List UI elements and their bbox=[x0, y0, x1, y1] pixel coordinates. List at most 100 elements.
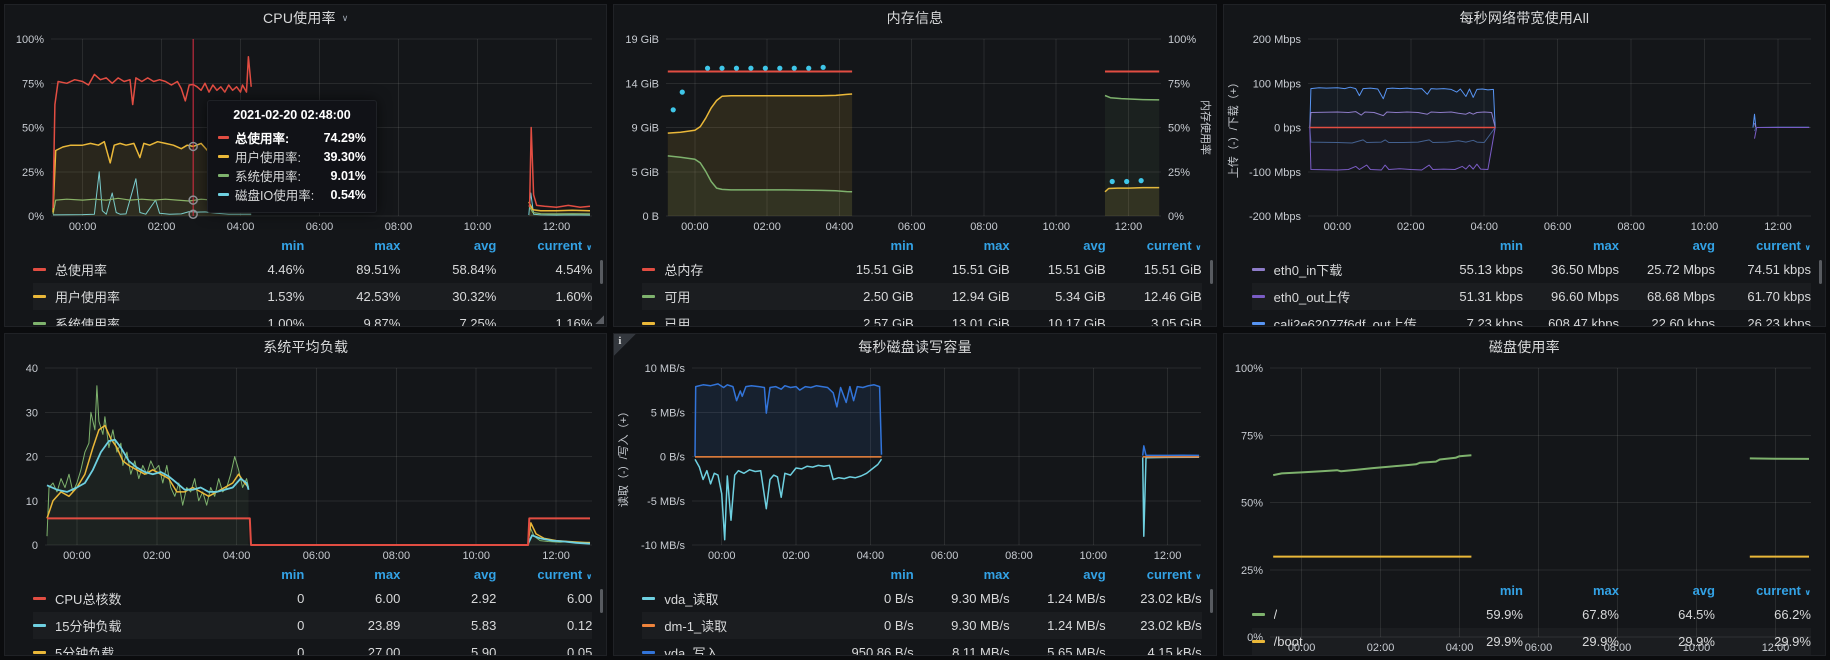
legend-value: 29.9% bbox=[1427, 634, 1523, 649]
legend-sort-avg[interactable]: avg bbox=[1010, 567, 1106, 582]
svg-text:00:00: 00:00 bbox=[1323, 221, 1351, 233]
legend-series-toggle[interactable]: 15分钟负载 bbox=[33, 616, 208, 635]
legend-series-toggle[interactable]: 总内存 bbox=[642, 260, 817, 279]
series-color-swatch-icon bbox=[642, 651, 655, 654]
legend-scrollbar[interactable] bbox=[600, 589, 603, 613]
legend-series-toggle[interactable]: eth0_out上传 bbox=[1252, 287, 1427, 306]
legend-scrollbar[interactable] bbox=[1210, 260, 1213, 284]
series-color-swatch-icon bbox=[33, 322, 46, 325]
load-chart[interactable]: 01020304000:0002:0004:0006:0008:0010:001… bbox=[5, 360, 606, 563]
legend-sort-avg[interactable]: avg bbox=[1619, 583, 1715, 598]
legend-series-toggle[interactable]: 用户使用率 bbox=[33, 287, 208, 306]
panel-system-load: 系统平均负载 01020304000:0002:0004:0006:0008:0… bbox=[4, 333, 607, 656]
legend-value: 3.05 GiB bbox=[1106, 316, 1202, 326]
svg-text:40: 40 bbox=[26, 363, 38, 375]
panel-header[interactable]: 内存信息 bbox=[614, 5, 1215, 31]
panel-header[interactable]: 系统平均负载 bbox=[5, 334, 606, 360]
legend-sort-current[interactable]: current ∨ bbox=[1715, 583, 1811, 598]
legend-sort-current[interactable]: current ∨ bbox=[1106, 238, 1202, 253]
panel-header[interactable]: 每秒磁盘读写容量 bbox=[614, 334, 1215, 360]
legend-series-toggle[interactable]: 可用 bbox=[642, 287, 817, 306]
legend-sort-avg[interactable]: avg bbox=[400, 567, 496, 582]
legend-series-toggle[interactable]: 已用 bbox=[642, 314, 817, 326]
panel-header[interactable]: 每秒网络带宽使用All bbox=[1224, 5, 1825, 31]
legend-series-toggle[interactable]: 总使用率 bbox=[33, 260, 208, 279]
legend-series-toggle[interactable]: cali2e62077f6df_out上传 bbox=[1252, 314, 1427, 326]
panel-title[interactable]: 磁盘使用率 bbox=[1489, 337, 1560, 357]
legend-row: /59.9%67.8%64.5%66.2% bbox=[1252, 601, 1811, 628]
svg-text:08:00: 08:00 bbox=[383, 550, 411, 562]
legend-value: 42.53% bbox=[304, 289, 400, 304]
svg-text:08:00: 08:00 bbox=[1617, 221, 1645, 233]
legend-value: 0 B/s bbox=[818, 618, 914, 633]
svg-text:200 Mbps: 200 Mbps bbox=[1252, 34, 1301, 46]
legend-sort-max[interactable]: max bbox=[304, 567, 400, 582]
legend-sort-avg[interactable]: avg bbox=[1010, 238, 1106, 253]
legend-header-row: minmaxavgcurrent ∨ bbox=[1252, 579, 1811, 601]
svg-text:02:00: 02:00 bbox=[754, 221, 782, 233]
legend-sort-current[interactable]: current ∨ bbox=[1715, 238, 1811, 253]
legend-row: 可用2.50 GiB12.94 GiB5.34 GiB12.46 GiB bbox=[642, 283, 1201, 310]
panel-title[interactable]: CPU使用率 bbox=[263, 8, 336, 28]
legend-sort-avg[interactable]: avg bbox=[400, 238, 496, 253]
legend-scrollbar[interactable] bbox=[1819, 260, 1822, 284]
legend-scrollbar[interactable] bbox=[600, 260, 603, 284]
legend-sort-min[interactable]: min bbox=[208, 238, 304, 253]
series-color-swatch-icon bbox=[33, 295, 46, 298]
svg-text:100%: 100% bbox=[1235, 363, 1263, 375]
legend-sort-max[interactable]: max bbox=[304, 238, 400, 253]
panel-info-corner-icon[interactable]: i bbox=[614, 334, 636, 356]
legend-series-toggle[interactable]: eth0_in下载 bbox=[1252, 260, 1427, 279]
panel-title[interactable]: 每秒磁盘读写容量 bbox=[858, 337, 972, 357]
legend-sort-max[interactable]: max bbox=[914, 567, 1010, 582]
chart-svg: 0 B5 GiB9 GiB14 GiB19 GiB0%25%50%75%100%… bbox=[614, 31, 1215, 234]
panel-header[interactable]: CPU使用率 ∨ bbox=[5, 5, 606, 31]
legend-sort-avg[interactable]: avg bbox=[1619, 238, 1715, 253]
legend-sort-max[interactable]: max bbox=[1523, 238, 1619, 253]
legend-series-toggle[interactable]: CPU总核数 bbox=[33, 589, 208, 608]
legend-series-toggle[interactable]: vda_读取 bbox=[642, 589, 817, 608]
tooltip-timestamp: 2021-02-20 02:48:00 bbox=[218, 108, 366, 122]
legend-value: 608.47 kbps bbox=[1523, 316, 1619, 326]
legend-row: cali2e62077f6df_out上传7.23 kbps608.47 kbp… bbox=[1252, 310, 1811, 326]
legend-sort-current[interactable]: current ∨ bbox=[1106, 567, 1202, 582]
legend-series-toggle[interactable]: 5分钟负载 bbox=[33, 643, 208, 655]
legend-sort-min[interactable]: min bbox=[818, 238, 914, 253]
legend-series-toggle[interactable]: vda_写入 bbox=[642, 643, 817, 655]
legend-series-toggle[interactable]: /boot bbox=[1252, 634, 1427, 649]
legend-value: 0 B/s bbox=[818, 591, 914, 606]
panel-title[interactable]: 每秒网络带宽使用All bbox=[1459, 8, 1589, 28]
legend-value: 64.5% bbox=[1619, 607, 1715, 622]
legend-sort-current[interactable]: current ∨ bbox=[496, 238, 592, 253]
legend-sort-min[interactable]: min bbox=[1427, 583, 1523, 598]
legend-sort-min[interactable]: min bbox=[208, 567, 304, 582]
svg-text:0 bps: 0 bps bbox=[1274, 123, 1301, 135]
panel-title[interactable]: 内存信息 bbox=[887, 8, 944, 28]
series-color-swatch-icon bbox=[33, 268, 46, 271]
legend-sort-max[interactable]: max bbox=[1523, 583, 1619, 598]
legend-sort-min[interactable]: min bbox=[818, 567, 914, 582]
svg-text:06:00: 06:00 bbox=[303, 550, 331, 562]
panel-title[interactable]: 系统平均负载 bbox=[263, 337, 348, 357]
legend-row: 用户使用率1.53%42.53%30.32%1.60% bbox=[33, 283, 592, 310]
series-color-swatch-icon bbox=[642, 322, 655, 325]
svg-text:5 GiB: 5 GiB bbox=[632, 167, 660, 179]
legend-sort-max[interactable]: max bbox=[914, 238, 1010, 253]
legend-series-toggle[interactable]: dm-1_读取 bbox=[642, 616, 817, 635]
legend-scrollbar[interactable] bbox=[1210, 589, 1213, 613]
legend-sort-min[interactable]: min bbox=[1427, 238, 1523, 253]
legend-series-toggle[interactable]: 系统使用率 bbox=[33, 314, 208, 326]
panel-menu-caret-icon[interactable]: ∨ bbox=[342, 13, 349, 24]
legend-value: 96.60 Mbps bbox=[1523, 289, 1619, 304]
memory-chart[interactable]: 0 B5 GiB9 GiB14 GiB19 GiB0%25%50%75%100%… bbox=[614, 31, 1215, 234]
svg-text:12:00: 12:00 bbox=[543, 221, 571, 233]
legend-sort-current[interactable]: current ∨ bbox=[496, 567, 592, 582]
legend-value: 5.90 bbox=[400, 645, 496, 655]
panel-header[interactable]: 磁盘使用率 bbox=[1224, 334, 1825, 360]
disk-usage-chart[interactable]: 0%25%50%75%100%00:0002:0004:0006:0008:00… bbox=[1224, 360, 1825, 579]
network-chart[interactable]: -200 Mbps-100 Mbps0 bps100 Mbps200 Mbps0… bbox=[1224, 31, 1825, 234]
legend-value: 9.87% bbox=[304, 316, 400, 326]
legend-series-toggle[interactable]: / bbox=[1252, 607, 1427, 622]
legend-series-name: 总内存 bbox=[664, 260, 703, 279]
disk-io-chart[interactable]: -10 MB/s-5 MB/s0 B/s5 MB/s10 MB/s00:0002… bbox=[614, 360, 1215, 563]
